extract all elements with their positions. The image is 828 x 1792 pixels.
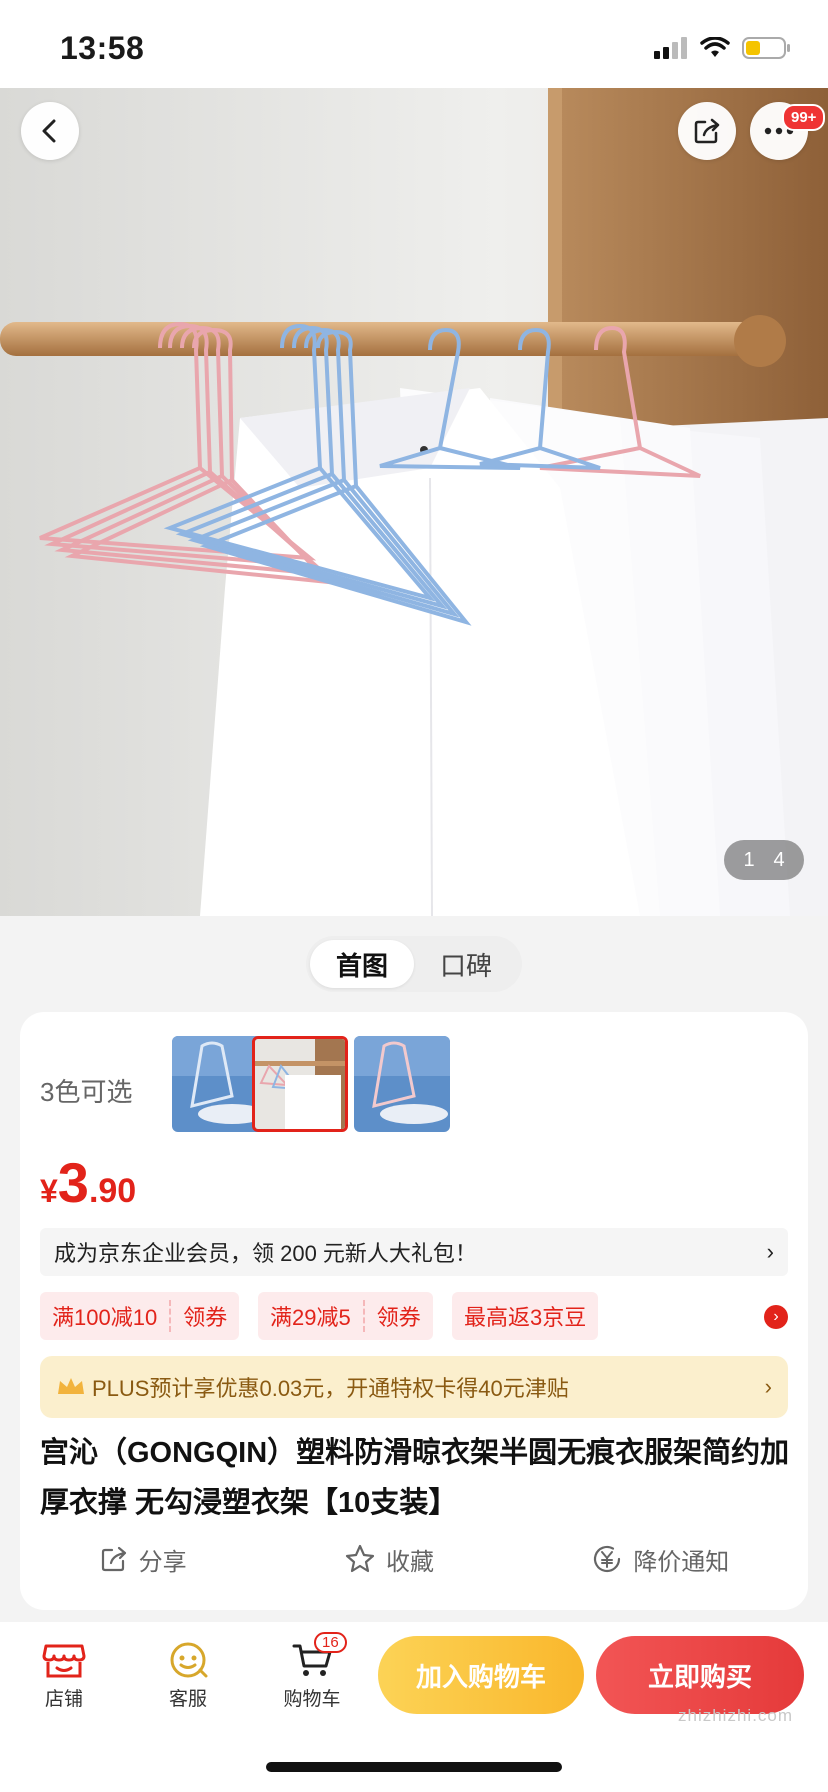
star-icon	[345, 1544, 375, 1573]
status-icons	[654, 36, 792, 60]
cart-label: 购物车	[283, 1689, 341, 1710]
shop-tab[interactable]: 店铺	[20, 1640, 108, 1711]
crown-icon	[58, 1378, 84, 1394]
yen-alert-icon	[594, 1545, 621, 1573]
coupon-label: 满100减10	[52, 1305, 158, 1330]
back-button[interactable]	[21, 102, 79, 160]
status-bar: 13:58	[0, 0, 828, 88]
color-swatch-mixed[interactable]	[252, 1036, 348, 1132]
image-counter: 1 4	[724, 840, 804, 880]
battery-icon	[742, 37, 790, 59]
home-indicator[interactable]	[266, 1762, 562, 1772]
wifi-icon	[700, 37, 730, 57]
color-count-label: 3色可选	[40, 1077, 133, 1107]
price-integer: 3	[57, 1151, 89, 1214]
price-alert-label: 降价通知	[633, 1548, 730, 1576]
service-label: 客服	[168, 1689, 207, 1710]
watermark: zhizhizhi.com	[678, 1706, 794, 1725]
color-swatch-pink[interactable]	[354, 1036, 450, 1132]
share-button[interactable]: 分享	[99, 1542, 187, 1577]
share-icon	[694, 118, 720, 144]
message-badge: 99+	[782, 104, 826, 131]
price-alert-button[interactable]: 降价通知	[591, 1542, 729, 1577]
product-actions: 分享 收藏 降价通知	[20, 1534, 808, 1584]
signal-icon	[654, 37, 687, 59]
price: ¥ 3 .90	[40, 1150, 136, 1215]
chevron-left-icon	[42, 119, 56, 143]
shop-label: 店铺	[44, 1689, 83, 1710]
coupon-label: 最高返3京豆	[464, 1305, 587, 1330]
chevron-right-icon: ›	[764, 1374, 772, 1399]
tab-main-image[interactable]: 首图	[310, 940, 414, 988]
share-icon	[101, 1546, 126, 1572]
swatch-thumb-mixed	[255, 1039, 345, 1129]
product-info-card: 3色可选 ¥ 3 .90 成为京东企业会员，领 200 元新人大礼包！ › 满1…	[20, 1012, 808, 1610]
coupon-claim-button[interactable]: 领券	[365, 1292, 433, 1340]
plus-promo-bar[interactable]: PLUS预计享优惠0.03元，开通特权卡得40元津贴 ›	[40, 1356, 788, 1418]
price-decimal: .90	[88, 1172, 137, 1210]
enterprise-promo-text: 成为京东企业会员，领 200 元新人大礼包！	[54, 1241, 477, 1266]
cart-count-badge: 16	[314, 1632, 347, 1653]
service-tab[interactable]: 客服	[144, 1640, 232, 1711]
jingdou-rebate-tag[interactable]: 最高返3京豆	[452, 1292, 599, 1340]
coupon-label: 满29减5	[270, 1305, 351, 1330]
product-hero-image[interactable]: 99+ 1 4	[0, 88, 828, 916]
enterprise-promo-bar[interactable]: 成为京东企业会员，领 200 元新人大礼包！ ›	[40, 1228, 788, 1276]
share-top-button[interactable]	[678, 102, 736, 160]
favorite-button[interactable]: 收藏	[344, 1542, 434, 1577]
plus-promo-content: PLUS预计享优惠0.03元，开通特权卡得40元津贴	[56, 1371, 569, 1403]
plus-promo-text: PLUS预计享优惠0.03元，开通特权卡得40元津贴	[92, 1376, 569, 1401]
store-icon	[42, 1644, 86, 1678]
view-toggle: 首图 口碑	[306, 936, 522, 992]
buy-now-button[interactable]: 立即购买	[596, 1636, 804, 1714]
tab-reviews[interactable]: 口碑	[414, 940, 518, 988]
coupon-100-10[interactable]: 满100减10 领券	[40, 1292, 240, 1340]
coupon-more-icon[interactable]: ›	[764, 1305, 788, 1329]
customer-service-icon	[170, 1642, 208, 1678]
favorite-label: 收藏	[385, 1548, 434, 1576]
share-label: 分享	[138, 1548, 187, 1576]
add-to-cart-button[interactable]: 加入购物车	[378, 1636, 584, 1714]
chevron-right-icon: ›	[766, 1239, 774, 1264]
coupon-29-5[interactable]: 满29减5 领券	[258, 1292, 433, 1340]
hero-photo	[0, 88, 828, 916]
image-counter-current: 1	[743, 848, 755, 871]
product-title: 宫沁（GONGQIN）塑料防滑晾衣架半圆无痕衣服架简约加厚衣撑 无勾浸塑衣架【1…	[40, 1437, 790, 1519]
price-currency: ¥	[40, 1173, 58, 1209]
swatch-thumb-pink	[354, 1036, 450, 1132]
image-counter-total: 4	[773, 848, 785, 871]
coupon-claim-button[interactable]: 领券	[171, 1292, 239, 1340]
status-time: 13:58	[60, 30, 145, 66]
